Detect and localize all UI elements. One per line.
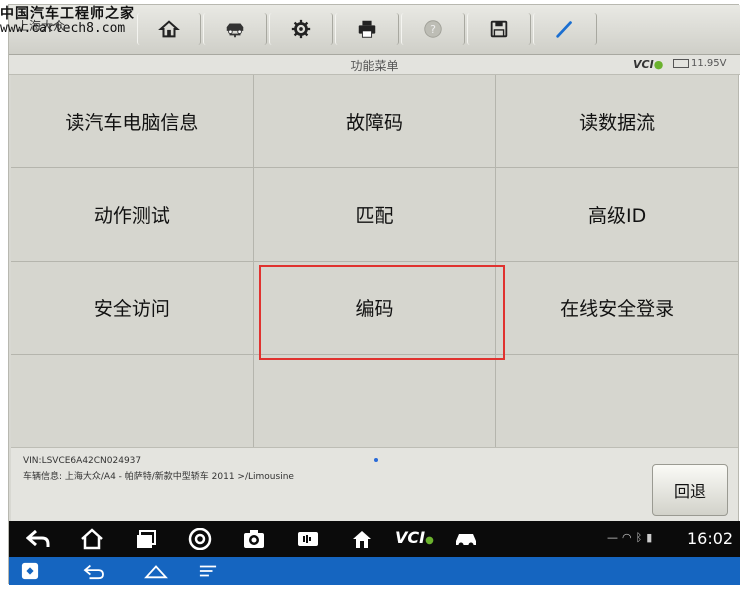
car-lift-icon <box>226 23 244 38</box>
recent-apps-icon <box>137 530 156 548</box>
home-button[interactable] <box>137 13 201 45</box>
print-button[interactable] <box>335 13 399 45</box>
printer-icon <box>358 20 376 38</box>
app-switch-icon <box>21 562 39 580</box>
wifi-icon: ◠ <box>622 531 632 544</box>
nav-car-button[interactable] <box>453 527 479 551</box>
home-icon <box>158 20 180 38</box>
menu-empty-slot <box>253 354 496 447</box>
back-arrow-icon <box>83 564 104 580</box>
help-icon: ? <box>424 20 442 38</box>
menu-read-ecu-info[interactable]: 读汽车电脑信息 <box>11 75 253 168</box>
menu-online-security-login[interactable]: 在线安全登录 <box>496 261 738 354</box>
gear-icon <box>291 19 311 39</box>
car-icon <box>456 534 476 548</box>
sys-home-button[interactable] <box>143 561 169 581</box>
camera-icon <box>244 530 264 548</box>
menu-empty-slot <box>496 354 738 447</box>
function-menu-grid: 读汽车电脑信息 故障码 读数据流 动作测试 匹配 高级ID 安全访问 编码 在线… <box>11 75 738 447</box>
pen-button[interactable] <box>533 13 597 45</box>
vci-connected-icon: ● <box>425 535 434 546</box>
chrome-icon <box>188 528 212 550</box>
page-title: 功能菜单 <box>350 59 399 73</box>
watermark-title: 中国汽车工程师之家 <box>0 6 135 22</box>
battery-voltage: 11.95V <box>673 58 726 69</box>
vci-label: VCI <box>633 58 654 71</box>
android-nav-bar: VCI● — ◠ ᛒ ▮ 16:02 <box>9 521 740 557</box>
sys-menu-button[interactable] <box>197 561 219 581</box>
nav-recents-button[interactable] <box>133 527 159 551</box>
device-frame: 上海大众 ? 功能菜单 VCI● 11.95V 读汽车电脑信息 故障码 读数据流… <box>8 4 740 585</box>
vci-connected-icon: ● <box>653 58 664 71</box>
pen-icon <box>556 21 572 38</box>
menu-empty-slot <box>11 354 253 447</box>
sys-back-button[interactable] <box>81 561 107 581</box>
nav-home-button[interactable] <box>79 527 105 551</box>
vci-status: VCI● <box>633 58 663 71</box>
dash-icon: — <box>607 531 618 544</box>
home-icon <box>144 565 168 579</box>
menu-advanced-id[interactable]: 高级ID <box>496 168 738 261</box>
nav-media-button[interactable] <box>295 527 321 551</box>
save-button[interactable] <box>467 13 531 45</box>
battery-icon <box>673 59 689 68</box>
home-icon <box>81 528 103 550</box>
menu-icon <box>199 565 217 577</box>
nav-camera-button[interactable] <box>241 527 267 551</box>
back-arrow-icon <box>26 529 50 547</box>
app-home-icon <box>353 531 371 548</box>
watermark-url: www.cartech8.com <box>0 21 126 37</box>
watermark: 中国汽车工程师之家 www.cartech8.com <box>0 6 135 37</box>
media-icon <box>298 532 318 546</box>
back-button[interactable]: 回退 <box>652 464 728 516</box>
menu-coding[interactable]: 编码 <box>253 261 496 354</box>
sys-app-button[interactable] <box>21 561 39 581</box>
menu-adaptation[interactable]: 匹配 <box>253 168 496 261</box>
menu-read-data-stream[interactable]: 读数据流 <box>496 75 738 168</box>
vehicle-info-text: 车辆信息: 上海大众/A4 - 帕萨特/新款中型轿车 2011 >/Limous… <box>23 472 294 482</box>
nav-back-button[interactable] <box>25 527 51 551</box>
menu-actuation-test[interactable]: 动作测试 <box>11 168 253 261</box>
settings-button[interactable] <box>269 13 333 45</box>
nav-vci-label: VCI <box>395 528 426 547</box>
system-bar <box>9 557 740 585</box>
nav-app-home-button[interactable] <box>349 527 375 551</box>
clock: 16:02 <box>687 529 734 548</box>
voltage-value: 11.95V <box>691 58 727 69</box>
help-button[interactable]: ? <box>401 13 465 45</box>
car-lift-button[interactable] <box>203 13 267 45</box>
status-icons: — ◠ ᛒ ▮ <box>607 531 652 544</box>
page-indicator <box>374 458 378 462</box>
menu-security-access[interactable]: 安全访问 <box>11 261 253 354</box>
bluetooth-icon: ᛒ <box>635 531 643 544</box>
vehicle-info-bar: VIN:LSVCE6A42CN024937 车辆信息: 上海大众/A4 - 帕萨… <box>11 447 738 521</box>
menu-fault-codes[interactable]: 故障码 <box>253 75 496 168</box>
title-bar: 功能菜单 VCI● 11.95V <box>9 55 740 75</box>
battery-icon: ▮ <box>646 531 653 544</box>
svg-text:?: ? <box>430 23 436 36</box>
nav-vci-button[interactable]: VCI● <box>395 528 434 547</box>
nav-browser-button[interactable] <box>187 527 213 551</box>
vin-text: VIN:LSVCE6A42CN024937 <box>23 456 142 466</box>
save-icon <box>490 20 508 38</box>
